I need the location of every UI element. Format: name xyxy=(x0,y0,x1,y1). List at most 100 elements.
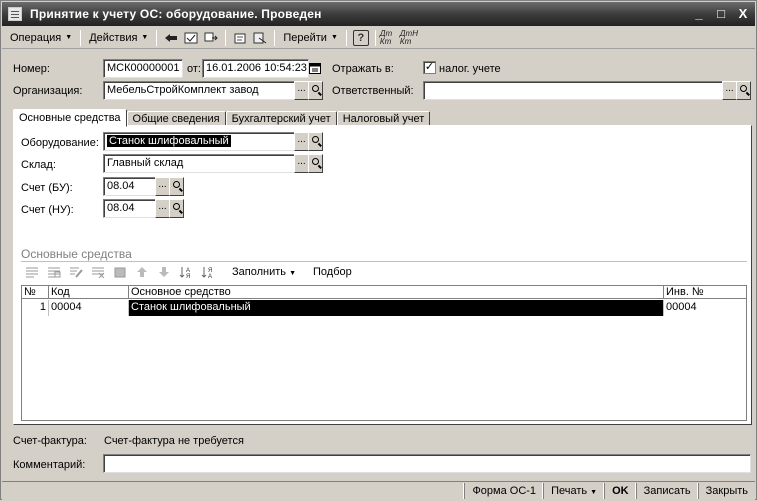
equipment-label: Оборудование: xyxy=(21,137,99,149)
dt-n-kt-icon[interactable]: ДтН Кт xyxy=(400,29,420,47)
svg-text:A: A xyxy=(208,274,212,278)
equipment-field[interactable]: Станок шлифовальный xyxy=(103,132,295,151)
sort-desc-icon[interactable]: ЯA xyxy=(197,263,219,281)
account-bu-select-button[interactable]: ... xyxy=(155,177,170,196)
account-nu-field[interactable]: 08.04 xyxy=(103,199,156,218)
column-header-inventory-number[interactable]: Инв. № xyxy=(664,286,746,299)
tab-fixed-assets[interactable]: Основные средства xyxy=(13,109,127,127)
comment-field[interactable] xyxy=(103,454,751,473)
organization-open-button[interactable] xyxy=(308,81,323,100)
account-bu-open-button[interactable] xyxy=(169,177,184,196)
actions-menu-label: Действия xyxy=(89,31,138,44)
equipment-open-button[interactable] xyxy=(308,132,323,151)
responsible-field[interactable] xyxy=(423,81,723,100)
table-header: № Код Основное средство Инв. № xyxy=(22,286,746,299)
copy-icon[interactable] xyxy=(201,29,221,47)
row-asset-cell: Станок шлифовальный xyxy=(129,300,664,316)
organization-label: Организация: xyxy=(13,85,83,97)
invoice-label: Счет-фактура: xyxy=(13,435,87,447)
save-button[interactable]: Записать xyxy=(635,483,698,499)
goto-menu-label: Перейти xyxy=(283,31,327,44)
actions-menu[interactable]: Действия ▼ xyxy=(85,29,152,47)
bottom-button-bar: Форма ОС-1 Печать ▼ OK Записать Закрыть xyxy=(2,481,755,500)
add-row-icon[interactable] xyxy=(21,263,43,281)
move-down-icon[interactable] xyxy=(153,263,175,281)
row-number-cell: 1 xyxy=(22,300,49,316)
responsible-select-button[interactable]: ... xyxy=(722,81,737,100)
end-edit-icon[interactable] xyxy=(109,263,131,281)
copy-row-icon[interactable] xyxy=(43,263,65,281)
organization-select-button[interactable]: ... xyxy=(294,81,309,100)
table-toolbar: AЯ ЯA Заполнить ▼ Подбор xyxy=(21,263,356,281)
magnifier-icon xyxy=(312,85,319,92)
warehouse-label: Склад: xyxy=(21,159,56,171)
warehouse-open-button[interactable] xyxy=(308,154,323,173)
move-up-icon[interactable] xyxy=(131,263,153,281)
invoice-value[interactable]: Счет-фактура не требуется xyxy=(104,435,244,447)
move-left-icon[interactable] xyxy=(161,29,181,47)
tax-accounting-label: налог. учете xyxy=(439,63,501,75)
dt-kt-icon[interactable]: Дт Кт xyxy=(380,29,400,47)
minimize-button[interactable]: _ xyxy=(691,6,707,21)
operation-menu-label: Операция xyxy=(10,31,62,44)
equipment-select-button[interactable]: ... xyxy=(294,132,309,151)
print-menu-label: Печать xyxy=(551,485,588,497)
fill-menu-label: Заполнить xyxy=(232,266,287,278)
fill-menu[interactable]: Заполнить ▼ xyxy=(228,266,300,278)
toolbar-separator xyxy=(304,264,306,280)
account-bu-label: Счет (БУ): xyxy=(21,182,73,194)
warehouse-select-button[interactable]: ... xyxy=(294,154,309,173)
close-button[interactable]: X xyxy=(735,6,751,21)
toolbar-separator xyxy=(345,29,347,46)
group-divider xyxy=(21,261,747,262)
magnifier-icon xyxy=(312,158,319,165)
operation-menu[interactable]: Операция ▼ xyxy=(6,29,76,47)
number-label: Номер: xyxy=(13,63,50,75)
number-field[interactable]: МСК00000001 xyxy=(103,59,183,78)
organization-field[interactable]: МебельСтройКомплект завод xyxy=(103,81,295,100)
calendar-icon[interactable] xyxy=(308,59,322,78)
structure-icon[interactable] xyxy=(250,29,270,47)
warehouse-field[interactable]: Главный склад xyxy=(103,154,295,173)
ok-button[interactable]: OK xyxy=(604,483,636,499)
responsible-label: Ответственный: xyxy=(332,85,414,97)
account-nu-open-button[interactable] xyxy=(169,199,184,218)
toolbar-separator xyxy=(223,264,224,280)
document-window: Принятие к учету ОС: оборудование. Прове… xyxy=(0,0,757,500)
column-header-asset[interactable]: Основное средство xyxy=(129,286,664,299)
goto-menu[interactable]: Перейти ▼ xyxy=(279,29,342,47)
select-button[interactable]: Подбор xyxy=(309,266,356,278)
delete-row-icon[interactable] xyxy=(87,263,109,281)
equipment-value: Станок шлифовальный xyxy=(107,135,231,147)
main-toolbar: Операция ▼ Действия ▼ Перейти ▼ ? Дт Кт … xyxy=(2,27,755,49)
row-inventory-cell: 00004 xyxy=(666,301,697,313)
dropdown-arrow-icon: ▼ xyxy=(141,33,149,41)
toolbar-separator xyxy=(374,29,376,46)
responsible-open-button[interactable] xyxy=(736,81,751,100)
table-row[interactable]: 1 00004 Станок шлифовальный 00004 xyxy=(22,300,746,316)
help-icon-label: ? xyxy=(352,29,369,46)
dropdown-arrow-icon: ▼ xyxy=(289,270,297,277)
svg-text:Я: Я xyxy=(186,274,190,278)
help-icon[interactable]: ? xyxy=(351,29,371,47)
account-bu-field[interactable]: 08.04 xyxy=(103,177,156,196)
comment-label: Комментарий: xyxy=(13,459,86,471)
column-header-code[interactable]: Код xyxy=(49,286,129,299)
column-header-number[interactable]: № xyxy=(22,286,49,299)
magnifier-icon xyxy=(740,85,747,92)
account-nu-select-button[interactable]: ... xyxy=(155,199,170,218)
close-form-button[interactable]: Закрыть xyxy=(697,483,755,499)
date-field[interactable]: 16.01.2006 10:54:23 xyxy=(202,59,309,78)
date-label: от: xyxy=(187,63,201,75)
posting-icon[interactable] xyxy=(181,29,201,47)
form-os1-button[interactable]: Форма ОС-1 xyxy=(464,483,543,499)
sort-asc-icon[interactable]: AЯ xyxy=(175,263,197,281)
print-menu[interactable]: Печать ▼ xyxy=(543,483,604,499)
window-title: Принятие к учету ОС: оборудование. Прове… xyxy=(30,7,322,21)
magnifier-icon xyxy=(173,203,180,210)
edit-row-icon[interactable] xyxy=(65,263,87,281)
refresh-icon[interactable] xyxy=(230,29,250,47)
maximize-button[interactable]: □ xyxy=(713,6,729,21)
tax-accounting-checkbox[interactable]: ✓ xyxy=(423,61,436,74)
fixed-assets-table[interactable]: № Код Основное средство Инв. № 1 00004 С… xyxy=(21,285,747,421)
